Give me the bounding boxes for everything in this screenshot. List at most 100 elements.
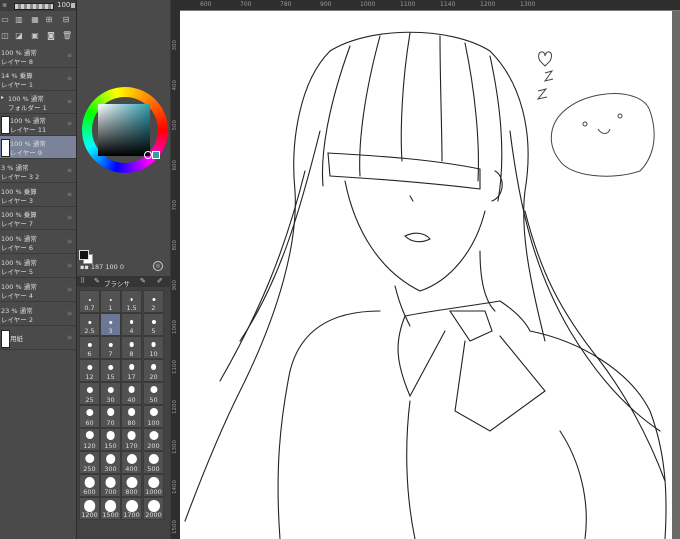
brush-size-cell[interactable]: 0.7	[79, 290, 100, 313]
brush-size-cell[interactable]: 3	[100, 313, 121, 336]
layer-row[interactable]: 100 % 乗算 レイヤー 3 ≡	[0, 184, 76, 207]
brush-size-cell[interactable]: 8	[121, 336, 142, 359]
layer-drag-handle-icon[interactable]: ≡	[67, 98, 72, 105]
layer-drag-handle-icon[interactable]: ≡	[67, 120, 72, 127]
brush-size-cell[interactable]: 25	[79, 382, 100, 405]
brush-size-tab[interactable]: ブラシサ	[104, 278, 130, 288]
brush-size-cell[interactable]: 120	[79, 428, 100, 451]
brush-size-label: 80	[127, 419, 136, 427]
brush-size-cell[interactable]: 500	[143, 451, 164, 474]
brush-size-cell[interactable]: 60	[79, 405, 100, 428]
pen-icon[interactable]: ✎	[140, 277, 146, 285]
brush-size-cell[interactable]: 600	[79, 474, 100, 497]
sv-cursor-icon[interactable]	[144, 151, 152, 159]
layer-drag-handle-icon[interactable]: ≡	[67, 238, 72, 245]
color-settings-icon[interactable]: ◎	[153, 261, 163, 271]
new-layer-icon[interactable]: ◫	[0, 31, 10, 40]
brush-size-cell[interactable]: 80	[121, 405, 142, 428]
brush-size-cell[interactable]: 100	[143, 405, 164, 428]
ruler-tick-label: 800	[172, 240, 178, 251]
brush-size-cell[interactable]: 2.5	[79, 313, 100, 336]
brush-size-cell[interactable]: 1500	[100, 497, 121, 520]
layer-drag-handle-icon[interactable]: ≡	[67, 310, 72, 317]
brush-size-cell[interactable]: 15	[100, 359, 121, 382]
canvas-vertical-scrollbar[interactable]	[672, 11, 680, 539]
layer-row[interactable]: 100 % 通常 レイヤー 4 ≡	[0, 279, 76, 302]
brush-size-cell[interactable]: 1200	[79, 497, 100, 520]
layer-opacity-slider[interactable]	[14, 3, 54, 10]
layer-row[interactable]: 23 % 通常 レイヤー 2 ≡	[0, 303, 76, 326]
brush-size-cell[interactable]: 700	[100, 474, 121, 497]
brush-size-cell[interactable]: 6	[79, 336, 100, 359]
brush-size-cell[interactable]: 1	[100, 290, 121, 313]
layer-drag-handle-icon[interactable]: ≡	[67, 191, 72, 198]
brush-size-cell[interactable]: 2000	[143, 497, 164, 520]
layer-drag-handle-icon[interactable]: ≡	[67, 52, 72, 59]
draft-icon[interactable]: ⊞	[44, 15, 54, 24]
layer-drag-handle-icon[interactable]: ≡	[67, 286, 72, 293]
palette-icon[interactable]: ⠿	[80, 277, 85, 285]
saturation-value-square[interactable]	[98, 104, 150, 156]
layer-row[interactable]: 100 % 通常 レイヤー 8 ≡	[0, 45, 76, 68]
clip-icon[interactable]: ▥	[14, 15, 24, 24]
layer-drag-handle-icon[interactable]: ≡	[67, 262, 72, 269]
brush-size-cell[interactable]: 4	[121, 313, 142, 336]
hue-cursor-icon[interactable]	[152, 151, 160, 159]
brush-size-dot	[126, 454, 137, 465]
layer-row[interactable]: 100 % 通常 レイヤー 6 ≡	[0, 231, 76, 254]
layer-row[interactable]: 100 % 乗算 レイヤー 7 ≡	[0, 207, 76, 230]
layer-drag-handle-icon[interactable]: ≡	[67, 334, 72, 341]
brush-size-cell[interactable]: 5	[143, 313, 164, 336]
brush-size-cell[interactable]: 200	[143, 428, 164, 451]
brush-size-cell[interactable]: 1.5	[121, 290, 142, 313]
brush-size-cell[interactable]: 7	[100, 336, 121, 359]
brush-size-cell[interactable]: 20	[143, 359, 164, 382]
layer-row[interactable]: 用紙 ≡	[0, 327, 76, 350]
pencil-icon[interactable]: ✐	[157, 277, 163, 285]
new-folder-icon[interactable]: ▣	[30, 31, 40, 40]
mask-icon[interactable]: ◙	[46, 31, 56, 40]
brush-size-cell[interactable]: 250	[79, 451, 100, 474]
brush-size-cell[interactable]: 50	[143, 382, 164, 405]
layer-drag-handle-icon[interactable]: ≡	[67, 143, 72, 150]
brush-size-cell[interactable]: 70	[100, 405, 121, 428]
brush-size-cell[interactable]: 800	[121, 474, 142, 497]
drawing-canvas[interactable]	[180, 11, 672, 539]
layer-row[interactable]: 100 % 通常 レイヤー 9 ≡	[0, 136, 76, 159]
reference-icon[interactable]: ▦	[30, 15, 40, 24]
brush-size-cell[interactable]: 17	[121, 359, 142, 382]
folder-expand-icon[interactable]: ▸	[1, 94, 4, 101]
layer-drag-handle-icon[interactable]: ≡	[67, 75, 72, 82]
ruler-tick-label: 1100	[172, 360, 178, 374]
brush-size-cell[interactable]: 300	[100, 451, 121, 474]
brush-size-cell[interactable]: 170	[121, 428, 142, 451]
ruler-tick-label: 1200	[172, 400, 178, 414]
layer-row[interactable]: 100 % 通常 レイヤー 11 ≡	[0, 113, 76, 136]
brush-size-dot	[148, 431, 159, 441]
layer-row[interactable]: 14 % 乗算 レイヤー 1 ≡	[0, 68, 76, 91]
brush-size-cell[interactable]: 1700	[121, 497, 142, 520]
opacity-toggle-icon[interactable]	[71, 3, 75, 8]
layer-drag-handle-icon[interactable]: ≡	[67, 214, 72, 221]
brush-size-cell[interactable]: 40	[121, 382, 142, 405]
layer-row[interactable]: 3 % 通常 レイヤー 3 2 ≡	[0, 160, 76, 183]
layer-drag-handle-icon[interactable]: ≡	[67, 167, 72, 174]
new-vector-icon[interactable]: ◪	[14, 31, 24, 40]
brush-size-dot	[129, 342, 134, 347]
brush-icon[interactable]: ✎	[94, 277, 100, 285]
brush-size-dot	[88, 298, 91, 301]
layer-row[interactable]: ▸ 100 % 通常 フォルダー 1 ≡	[0, 91, 76, 114]
brush-size-cell[interactable]: 10	[143, 336, 164, 359]
blend-mode-icon[interactable]: ≋	[2, 2, 7, 9]
layer-row[interactable]: 100 % 通常 レイヤー 5 ≡	[0, 255, 76, 278]
brush-size-cell[interactable]: 2	[143, 290, 164, 313]
brush-size-cell[interactable]: 400	[121, 451, 142, 474]
trash-icon[interactable]: 🗑	[62, 31, 72, 40]
brush-size-cell[interactable]: 30	[100, 382, 121, 405]
brush-size-cell[interactable]: 150	[100, 428, 121, 451]
lock-icon[interactable]: ▭	[0, 15, 10, 24]
main-color-chip[interactable]	[79, 250, 89, 260]
brush-size-cell[interactable]: 1000	[143, 474, 164, 497]
color-icon[interactable]: ⊟	[61, 15, 71, 24]
brush-size-cell[interactable]: 12	[79, 359, 100, 382]
